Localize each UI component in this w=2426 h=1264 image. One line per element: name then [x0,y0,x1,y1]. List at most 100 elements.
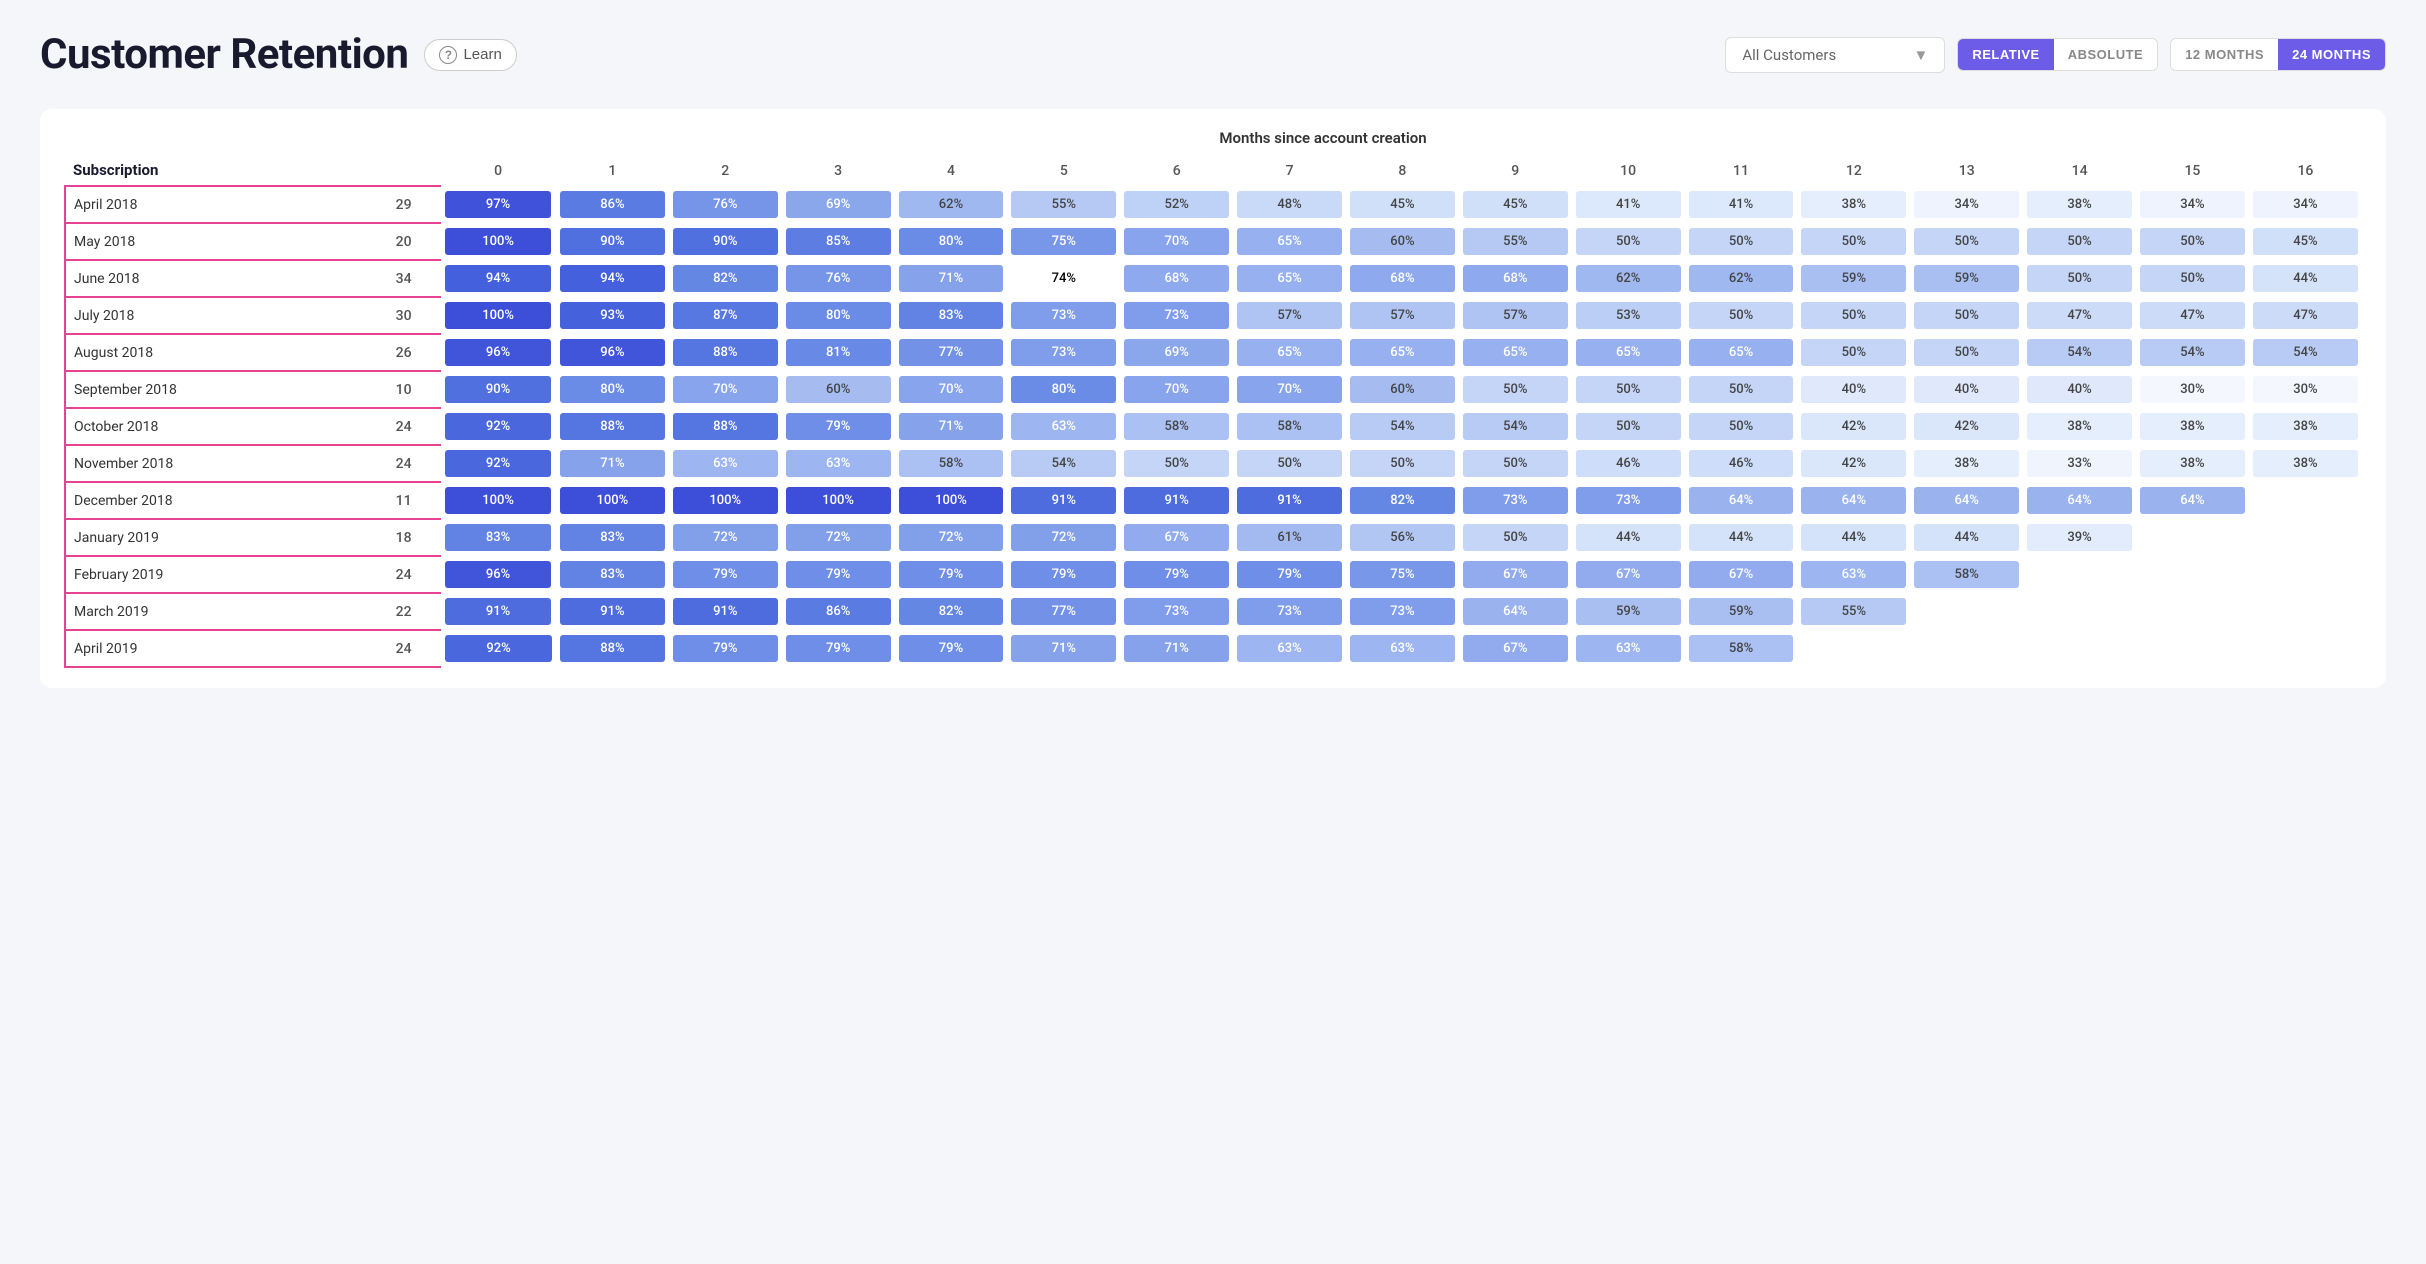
cell-value: 50% [1689,413,1794,440]
cell-value: 96% [560,339,665,366]
12months-toggle-button[interactable]: 12 MONTHS [2171,39,2278,70]
data-cell: 50% [2136,223,2249,260]
cell-value: 54% [1463,413,1568,440]
data-cell: 100% [895,482,1008,519]
cell-value: 83% [899,302,1004,329]
data-cell: 48% [1233,186,1346,223]
cell-value: 97% [445,191,551,218]
data-cell: 59% [1572,593,1685,630]
data-cell: 65% [1233,260,1346,297]
cell-value: 80% [899,228,1004,255]
data-cell: 64% [1910,482,2023,519]
cell-value: 79% [899,635,1004,662]
data-cell: 73% [1007,334,1120,371]
data-cell: 70% [1120,371,1233,408]
data-cell: 50% [1572,408,1685,445]
data-cell: 79% [1120,556,1233,593]
data-cell: 44% [2249,260,2362,297]
cell-value: 72% [786,524,891,551]
month-col-1: 1 [556,155,669,186]
24months-toggle-button[interactable]: 24 MONTHS [2278,39,2385,70]
row-count: 18 [366,519,441,556]
cell-value: 71% [1011,635,1116,662]
cell-value: 47% [2027,302,2132,329]
data-cell: 80% [1007,371,1120,408]
cell-value: 42% [1801,413,1906,440]
data-cell: 97% [441,186,556,223]
month-col-15: 15 [2136,155,2249,186]
cell-value: 52% [1124,191,1229,218]
data-cell: 30% [2249,371,2362,408]
data-cell: 63% [1007,408,1120,445]
data-cell [2023,630,2136,667]
row-label: November 2018 [65,445,366,482]
month-col-4: 4 [895,155,1008,186]
data-cell: 62% [895,186,1008,223]
data-cell: 67% [1459,556,1572,593]
cell-value: 45% [1350,191,1455,218]
months-section-header: Months since account creation [64,129,2362,147]
data-cell: 76% [782,260,895,297]
cell-value: 58% [1124,413,1229,440]
data-cell: 65% [1346,334,1459,371]
data-cell [2023,556,2136,593]
row-count: 26 [366,334,441,371]
cell-value: 100% [786,487,891,514]
relative-toggle-button[interactable]: RELATIVE [1958,39,2053,70]
cell-value: 100% [673,487,778,514]
data-cell: 73% [1459,482,1572,519]
cell-value: 40% [1801,376,1906,403]
data-cell: 50% [1346,445,1459,482]
cell-value: 67% [1463,561,1568,588]
data-cell: 73% [1007,297,1120,334]
data-cell: 67% [1685,556,1798,593]
cell-value: 85% [786,228,891,255]
data-cell: 92% [441,445,556,482]
cell-value: 77% [899,339,1004,366]
data-cell: 83% [895,297,1008,334]
data-cell: 72% [669,519,782,556]
cell-value: 96% [445,339,551,366]
data-cell [2249,593,2362,630]
cell-value: 79% [1011,561,1116,588]
cell-value [1914,643,2019,655]
data-cell: 54% [1007,445,1120,482]
data-cell: 86% [556,186,669,223]
cell-value: 59% [1914,265,2019,292]
customers-dropdown[interactable]: All Customers ▼ [1725,37,1945,73]
data-cell: 41% [1572,186,1685,223]
data-cell [1910,593,2023,630]
cell-value: 50% [1689,376,1794,403]
data-cell: 33% [2023,445,2136,482]
data-cell: 39% [2023,519,2136,556]
data-cell: 42% [1910,408,2023,445]
data-cell: 74% [1007,260,1120,297]
cell-value: 70% [1124,376,1229,403]
cell-value: 81% [786,339,891,366]
table-row: May 201820100%90%90%85%80%75%70%65%60%55… [65,223,2362,260]
cell-value: 58% [1914,561,2019,588]
data-cell: 58% [1910,556,2023,593]
data-cell: 100% [556,482,669,519]
cell-value: 64% [1914,487,2019,514]
data-cell: 100% [669,482,782,519]
cell-value: 80% [786,302,891,329]
cell-value: 50% [2027,228,2132,255]
absolute-toggle-button[interactable]: ABSOLUTE [2054,39,2158,70]
cell-value: 83% [560,524,665,551]
cell-value: 34% [2140,191,2245,218]
data-cell: 91% [441,593,556,630]
row-label: December 2018 [65,482,366,519]
data-cell: 69% [1120,334,1233,371]
table-row: December 201811100%100%100%100%100%91%91… [65,482,2362,519]
data-cell: 91% [669,593,782,630]
cell-value: 96% [445,561,551,588]
learn-button[interactable]: ? Learn [424,39,516,71]
data-cell: 71% [1007,630,1120,667]
data-cell: 47% [2249,297,2362,334]
cell-value [2253,606,2358,618]
cell-value [2140,569,2245,581]
cell-value: 75% [1011,228,1116,255]
data-cell: 64% [2023,482,2136,519]
data-cell: 50% [1685,408,1798,445]
